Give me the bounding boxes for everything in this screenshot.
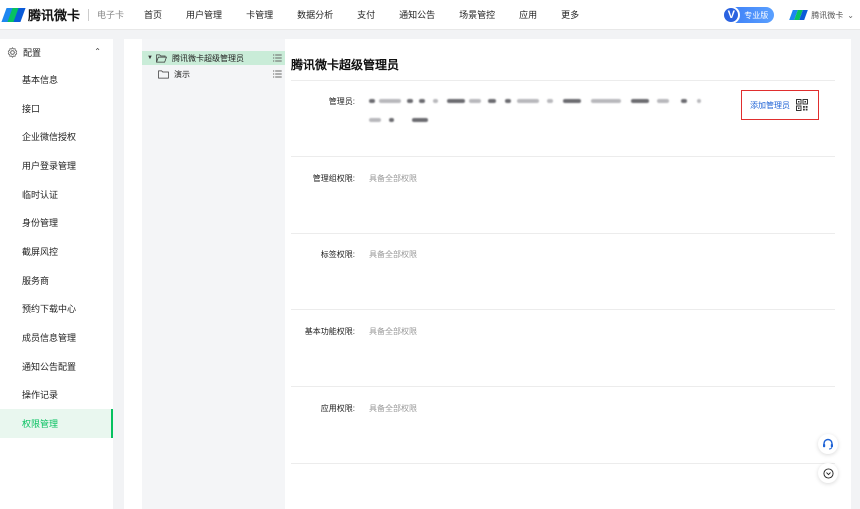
divider: [291, 463, 835, 464]
divider: [291, 386, 835, 387]
caret-down-icon[interactable]: ▼: [144, 55, 156, 61]
nav-apps[interactable]: 应用: [519, 8, 537, 21]
tree-node-demo[interactable]: 演示: [142, 67, 285, 81]
redacted-text: [505, 99, 511, 103]
tree-node-label: 腾讯微卡超级管理员: [172, 53, 244, 63]
sidebar-item-temp-auth[interactable]: 临时认证: [0, 180, 113, 209]
sidebar-item-identity[interactable]: 身份管理: [0, 208, 113, 237]
nav-payment[interactable]: 支付: [357, 8, 375, 21]
edition-badge[interactable]: V 专业版: [722, 6, 775, 24]
redacted-text: [433, 99, 438, 103]
org-logo-icon: [789, 10, 809, 20]
sidebar-item-announcement-config[interactable]: 通知公告配置: [0, 352, 113, 381]
role-detail: 腾讯微卡超级管理员 管理员: 添加管理员 管理组权限: 具备全部权限 标签权限:…: [291, 39, 851, 509]
nav-data-analysis[interactable]: 数据分析: [297, 8, 333, 21]
tag-permission-label: 标签权限:: [320, 250, 355, 259]
sidebar-item-member-info[interactable]: 成员信息管理: [0, 323, 113, 352]
chevron-down-circle-icon: [822, 467, 834, 479]
redacted-text: [469, 99, 481, 103]
sidebar-item-operation-log[interactable]: 操作记录: [0, 381, 113, 410]
app-permission-value: 具备全部权限: [369, 404, 417, 413]
vip-v-icon: V: [722, 6, 741, 24]
product-name: 电子卡: [97, 10, 125, 20]
page-title: 腾讯微卡超级管理员: [291, 58, 400, 72]
redacted-text: [681, 99, 687, 103]
list-menu-icon[interactable]: [273, 70, 282, 78]
org-switcher[interactable]: 腾讯微卡: [811, 10, 843, 21]
sidebar-item-download-center[interactable]: 预约下载中心: [0, 295, 113, 324]
redacted-text: [517, 99, 539, 103]
redacted-text: [389, 118, 394, 122]
sidebar-section-label: 配置: [23, 47, 42, 58]
logo-mark-icon: [1, 7, 26, 22]
nav-user-management[interactable]: 用户管理: [186, 8, 222, 21]
add-admin-highlight: 添加管理员: [741, 90, 819, 120]
basic-function-permission-value: 具备全部权限: [369, 327, 417, 336]
header-right: V 专业版 腾讯微卡 ⌄: [722, 0, 854, 30]
sidebar-item-service-provider[interactable]: 服务商: [0, 266, 113, 295]
app-permission-label: 应用权限:: [320, 404, 355, 413]
redacted-text: [563, 99, 581, 103]
folder-icon: [158, 70, 169, 78]
sidebar-item-login-management[interactable]: 用户登录管理: [0, 151, 113, 180]
nav-scene-control[interactable]: 场景管控: [459, 8, 495, 21]
sidebar-item-wecom-auth[interactable]: 企业微信授权: [0, 122, 113, 151]
redacted-text: [591, 99, 621, 103]
sidebar-section-config[interactable]: 配置 ⌃: [0, 39, 113, 65]
nav-home[interactable]: 首页: [144, 8, 162, 21]
main-nav: 首页 用户管理 卡管理 数据分析 支付 通知公告 场景管控 应用 更多: [144, 0, 603, 30]
qr-code-icon[interactable]: [796, 99, 808, 111]
tree-node-label: 演示: [174, 69, 190, 79]
role-tree: ▼ 腾讯微卡超级管理员 演示: [142, 39, 285, 509]
divider: [291, 80, 835, 81]
nav-announcements[interactable]: 通知公告: [399, 8, 435, 21]
redacted-text: [369, 99, 375, 103]
sidebar-item-basic-info[interactable]: 基本信息: [0, 65, 113, 94]
chevron-down-icon[interactable]: ⌄: [847, 11, 854, 20]
app-logo[interactable]: 腾讯微卡: [1, 5, 81, 24]
admin-label: 管理员:: [328, 97, 355, 106]
sidebar: 配置 ⌃ 基本信息 接口 企业微信授权 用户登录管理 临时认证 身份管理 截屏风…: [0, 39, 113, 509]
redacted-text: [547, 99, 553, 103]
redacted-text: [412, 118, 428, 122]
edition-label: 专业版: [744, 10, 769, 20]
add-admin-button[interactable]: 添加管理员: [750, 100, 790, 111]
redacted-text: [488, 99, 496, 103]
app-name: 腾讯微卡: [28, 8, 81, 23]
header-divider: [88, 8, 90, 21]
sidebar-item-permissions[interactable]: 权限管理: [0, 409, 113, 438]
redacted-text: [657, 99, 669, 103]
nav-card-management[interactable]: 卡管理: [246, 8, 273, 21]
redacted-text: [379, 99, 401, 103]
support-button[interactable]: [818, 434, 838, 454]
nav-more[interactable]: 更多: [561, 8, 579, 21]
group-permission-value: 具备全部权限: [369, 174, 417, 183]
sidebar-item-api[interactable]: 接口: [0, 94, 113, 123]
basic-function-permission-label: 基本功能权限:: [304, 327, 355, 336]
redacted-text: [447, 99, 465, 103]
list-menu-icon[interactable]: [273, 54, 282, 62]
tree-node-root[interactable]: ▼ 腾讯微卡超级管理员: [142, 51, 285, 65]
folder-open-icon: [156, 54, 167, 62]
tag-permission-value: 具备全部权限: [369, 250, 417, 259]
gear-icon: [7, 46, 18, 58]
scroll-down-button[interactable]: [818, 463, 838, 483]
redacted-text: [407, 99, 413, 103]
sidebar-item-screenshot-risk[interactable]: 截屏风控: [0, 237, 113, 266]
chevron-up-icon[interactable]: ⌃: [94, 47, 101, 56]
headset-icon: [823, 438, 833, 450]
redacted-text: [697, 99, 701, 103]
divider: [291, 309, 835, 310]
top-bar: 腾讯微卡 电子卡 首页 用户管理 卡管理 数据分析 支付 通知公告 场景管控 应…: [0, 0, 860, 30]
redacted-text: [419, 99, 425, 103]
divider: [291, 233, 835, 234]
redacted-text: [631, 99, 649, 103]
divider: [291, 156, 835, 157]
group-permission-label: 管理组权限:: [312, 174, 355, 183]
redacted-text: [369, 118, 381, 122]
main-card: ▼ 腾讯微卡超级管理员 演示 腾讯微卡超级管理员 管理员: 添加管理员 管理组权…: [124, 39, 851, 509]
